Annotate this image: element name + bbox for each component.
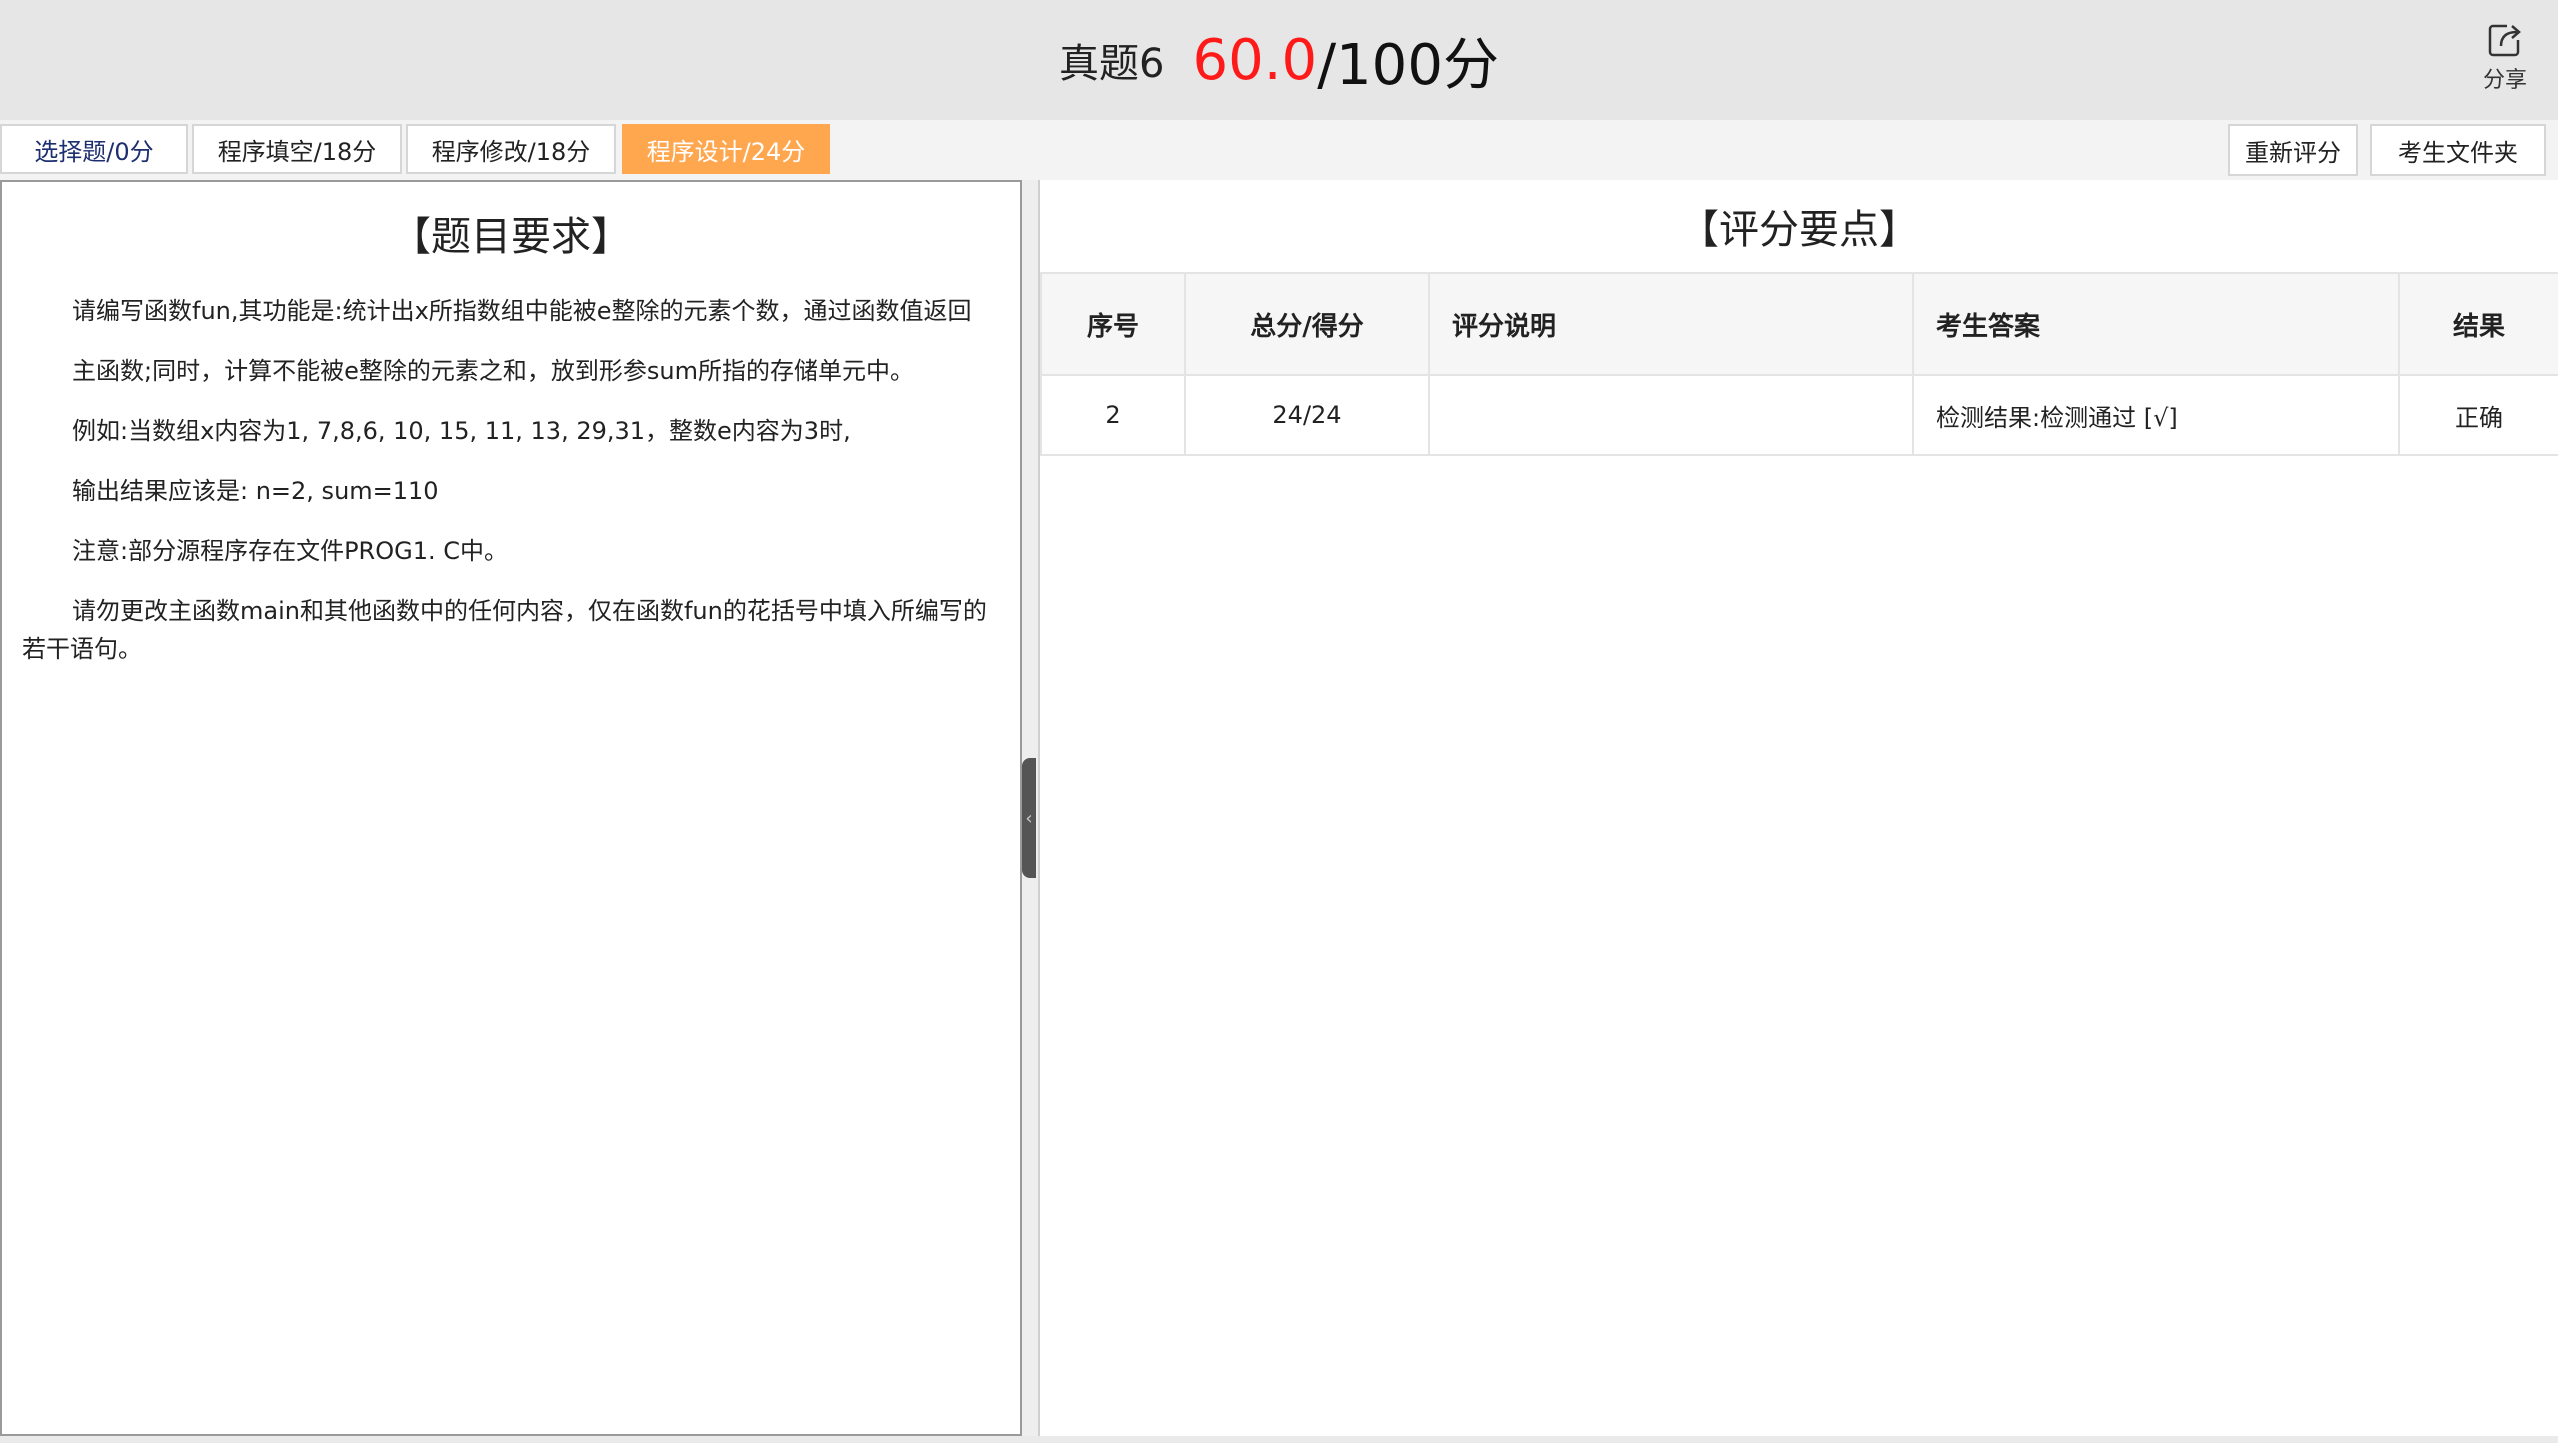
requirement-paragraph: 主函数;同时，计算不能被e整除的元素之和，放到形参sum所指的存储单元中。	[72, 357, 914, 385]
tab-bar: 选择题/0分 程序填空/18分 程序修改/18分 程序设计/24分 重新评分 考…	[0, 120, 2558, 180]
tab-design-program[interactable]: 程序设计/24分	[622, 124, 830, 174]
question-requirements: 请编写函数fun,其功能是:统计出x所指数组中能被e整除的元素个数，通过函数值返…	[22, 292, 1002, 690]
requirement-paragraph: 请编写函数fun,其功能是:统计出x所指数组中能被e整除的元素个数，通过函数值返…	[72, 297, 972, 325]
tab-modify-program[interactable]: 程序修改/18分	[406, 124, 616, 174]
column-header-index: 序号	[1040, 272, 1186, 376]
question-panel: 【题目要求】 请编写函数fun,其功能是:统计出x所指数组中能被e整除的元素个数…	[0, 180, 1022, 1436]
cell-score: 24/24	[1184, 374, 1430, 456]
requirement-paragraph: 注意:部分源程序存在文件PROG1. C中。	[72, 537, 509, 565]
grading-panel: 【评分要点】 序号 总分/得分 评分说明 考生答案 结果 2 24/24 检测结…	[1038, 180, 2558, 1436]
requirement-paragraph: 输出结果应该是: n=2, sum=110	[72, 477, 439, 505]
score-total: /100分	[1317, 32, 1499, 98]
grading-title: 【评分要点】	[1040, 180, 2558, 274]
column-header-note: 评分说明	[1428, 272, 1914, 376]
exam-title: 真题6	[1059, 41, 1165, 87]
requirement-paragraph: 例如:当数组x内容为1, 7,8,6, 10, 15, 11, 13, 29,3…	[72, 417, 851, 445]
column-header-answer: 考生答案	[1912, 272, 2400, 376]
score-current: 60.0	[1192, 27, 1318, 93]
requirement-paragraph: 请勿更改主函数main和其他函数中的任何内容，仅在函数fun的花括号中填入所编写…	[22, 597, 987, 663]
cell-answer: 检测结果:检测通过 [√]	[1912, 374, 2400, 456]
regrade-button[interactable]: 重新评分	[2228, 124, 2358, 176]
collapse-handle[interactable]: ‹	[1022, 758, 1036, 878]
candidate-folder-button[interactable]: 考生文件夹	[2370, 124, 2546, 176]
column-header-score: 总分/得分	[1184, 272, 1430, 376]
table-header-row: 序号 总分/得分 评分说明 考生答案 结果	[1040, 272, 2558, 376]
cell-note	[1428, 374, 1914, 456]
chevron-left-icon: ‹	[1025, 807, 1033, 829]
share-icon	[2470, 20, 2540, 60]
tab-fill-program[interactable]: 程序填空/18分	[192, 124, 402, 174]
tab-choice[interactable]: 选择题/0分	[0, 124, 188, 174]
cell-result: 正确	[2398, 374, 2558, 456]
bottom-strip	[0, 1436, 2558, 1443]
column-header-result: 结果	[2398, 272, 2558, 376]
exam-title-area: 真题6 60.0 /100分	[0, 0, 2558, 120]
share-button[interactable]: 分享	[2470, 20, 2540, 100]
grading-table: 序号 总分/得分 评分说明 考生答案 结果 2 24/24 检测结果:检测通过 …	[1040, 272, 2558, 456]
table-row: 2 24/24 检测结果:检测通过 [√] 正确	[1040, 374, 2558, 456]
cell-index: 2	[1040, 374, 1186, 456]
question-title: 【题目要求】	[391, 214, 631, 260]
share-label: 分享	[2482, 68, 2527, 93]
